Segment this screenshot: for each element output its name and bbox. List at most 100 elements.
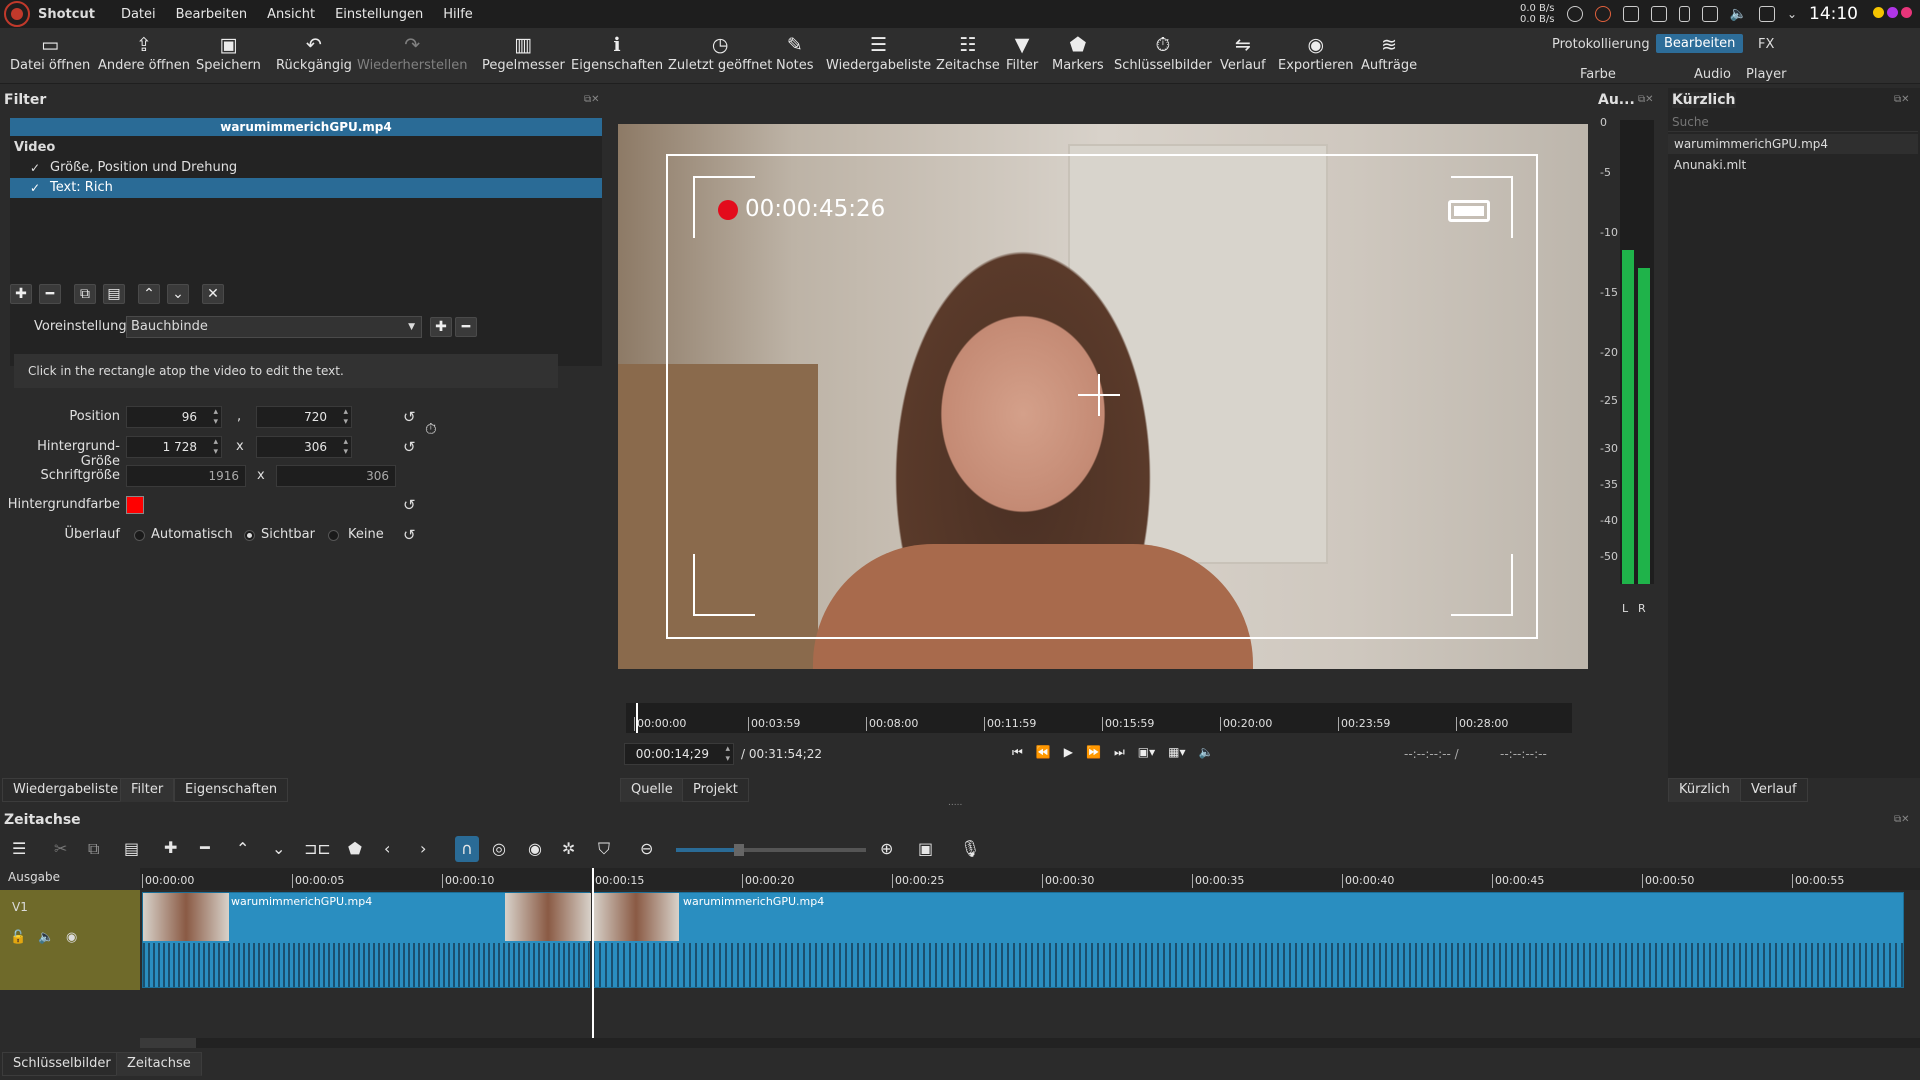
layout-player[interactable]: Player [1738, 65, 1794, 84]
cut-icon[interactable]: ✂ [54, 839, 67, 858]
pause-icon[interactable] [1566, 6, 1583, 22]
recent-search-input[interactable] [1668, 112, 1918, 132]
filter-item-size-position[interactable]: ✓ Größe, Position und Drehung [10, 158, 602, 178]
jobs-button[interactable]: ≋ Aufträge [1361, 32, 1417, 73]
deselect-filter-button[interactable]: ✕ [202, 284, 224, 304]
copy-filter-button[interactable]: ⧉ [74, 284, 96, 304]
snap-magnet-icon[interactable]: ∩ [455, 836, 479, 862]
scrub-icon[interactable]: ◎ [492, 839, 506, 858]
ripple-all-icon[interactable]: ✲ [562, 839, 575, 858]
recent-button[interactable]: ◷ Zuletzt geöffnet [668, 32, 772, 73]
eye-icon[interactable]: ◉ [66, 930, 77, 945]
grid-icon[interactable]: ▦▾ [1168, 745, 1185, 760]
panel-float-close-icon[interactable]: ⧉✕ [584, 94, 600, 105]
markers-button[interactable]: ⬟ Markers [1052, 32, 1104, 73]
menu-einstellungen[interactable]: Einstellungen [335, 7, 423, 22]
lock-icon[interactable]: 🔓 [10, 930, 26, 945]
clipboard-icon[interactable] [1622, 6, 1639, 22]
bg-width-field[interactable]: 1 728 [126, 436, 222, 458]
play-icon[interactable]: ▶ [1064, 745, 1073, 760]
playhead[interactable] [636, 703, 638, 733]
playlist-button[interactable]: ☰ Wiedergabeliste [826, 32, 931, 73]
lift-icon[interactable]: ⌃ [236, 839, 249, 858]
tab-timeline[interactable]: Zeitachse [116, 1052, 202, 1076]
layout-audio[interactable]: Audio [1686, 65, 1739, 84]
export-button[interactable]: ◉ Exportieren [1278, 32, 1353, 73]
remove-preset-button[interactable]: ━ [455, 317, 477, 337]
remove-filter-button[interactable]: ━ [39, 284, 61, 304]
bg-color-swatch[interactable] [126, 496, 144, 514]
phone-icon[interactable] [1678, 6, 1690, 22]
timeline-clip[interactable]: warumimmerichGPU.mp4 [592, 892, 1904, 988]
timeline-clip[interactable]: warumimmerichGPU.mp4 [142, 892, 591, 988]
overwrite-icon[interactable]: ⌄ [272, 839, 285, 858]
open-file-button[interactable]: ▭ Datei öffnen [10, 32, 90, 73]
filter-item-text-rich[interactable]: ✓ Text: Rich [10, 178, 602, 198]
layout-farbe[interactable]: Farbe [1572, 65, 1624, 84]
reset-icon[interactable]: ↺ [403, 408, 416, 426]
keyframe-stopwatch-icon[interactable]: ⏱ [425, 420, 437, 438]
panel-float-close-icon[interactable]: ⧉✕ [1894, 814, 1910, 825]
undo-button[interactable]: ↶ Rückgängig [276, 32, 352, 73]
add-preset-button[interactable]: ✚ [430, 317, 452, 337]
volume-icon[interactable]: 🔈 [1730, 6, 1747, 22]
check-icon[interactable]: ✓ [30, 158, 40, 178]
tab-playlist[interactable]: Wiedergabeliste [2, 778, 130, 802]
menu-ansicht[interactable]: Ansicht [267, 7, 315, 22]
tab-recent[interactable]: Kürzlich [1668, 778, 1741, 802]
ripple-icon[interactable]: ◉ [528, 839, 542, 858]
text-edit-rectangle[interactable] [666, 154, 1538, 639]
menu-icon[interactable]: ☰ [12, 839, 26, 858]
ripple-markers-icon[interactable]: ⛉ [598, 839, 610, 859]
filter-button[interactable]: ▼ Filter [1006, 32, 1038, 73]
panel-float-close-icon[interactable]: ⧉✕ [1894, 94, 1910, 105]
notes-button[interactable]: ✎ Notes [776, 32, 814, 73]
timeline-scrollbar[interactable] [140, 1038, 1920, 1048]
lock-icon[interactable] [1650, 6, 1667, 22]
move-up-button[interactable]: ⌃ [138, 284, 160, 304]
alert-icon[interactable] [1594, 6, 1611, 22]
close-icon[interactable] [1901, 7, 1912, 18]
next-marker-icon[interactable]: › [420, 839, 426, 858]
redo-button[interactable]: ↷ Wiederherstellen [357, 32, 467, 73]
volume-icon[interactable]: 🔈 [1199, 745, 1214, 760]
minimize-icon[interactable] [1873, 7, 1884, 18]
tab-filter[interactable]: Filter [120, 778, 175, 802]
timeline-ruler[interactable]: 00:00:00 00:00:05 00:00:10 00:00:15 00:0… [140, 868, 1920, 890]
copy-icon[interactable]: ⧉ [88, 839, 99, 859]
position-x-field[interactable]: 96 [126, 406, 222, 428]
tab-project[interactable]: Projekt [682, 778, 749, 802]
zoom-fit-icon[interactable]: ▣▾ [1138, 745, 1155, 760]
timeline-playhead[interactable] [592, 868, 594, 1048]
chevron-down-icon[interactable]: ⌄ [1787, 7, 1797, 21]
keyframes-button[interactable]: ⏱ Schlüsselbilder [1114, 32, 1212, 73]
zoom-fit-icon[interactable]: ▣ [918, 839, 933, 858]
add-filter-button[interactable]: ✚ [10, 284, 32, 304]
timeline-button[interactable]: ☷ Zeitachse [936, 32, 1000, 73]
tab-keyframes[interactable]: Schlüsselbilder [2, 1052, 122, 1076]
record-audio-icon[interactable]: 🎙 [960, 839, 980, 858]
fast-forward-icon[interactable]: ⏩ [1086, 745, 1101, 760]
mute-icon[interactable]: 🔈 [38, 930, 54, 945]
menu-bearbeiten[interactable]: Bearbeiten [176, 7, 247, 22]
overflow-none-radio[interactable] [328, 530, 339, 541]
rewind-icon[interactable]: ⏪ [1036, 745, 1051, 760]
move-down-button[interactable]: ⌄ [167, 284, 189, 304]
splitter-handle[interactable]: ..... [948, 798, 962, 808]
ripple-delete-icon[interactable]: ━ [200, 838, 210, 857]
paste-icon[interactable]: ▤ [124, 839, 139, 858]
split-icon[interactable]: ⊐⊏ [304, 839, 331, 858]
check-icon[interactable]: ✓ [30, 178, 40, 198]
skip-start-icon[interactable]: ⏮ [1012, 745, 1023, 760]
marker-icon[interactable]: ⬟ [348, 839, 362, 858]
scrollbar-handle[interactable] [140, 1038, 196, 1048]
maximize-icon[interactable] [1887, 7, 1898, 18]
panel-float-close-icon[interactable]: ⧉✕ [1638, 94, 1654, 105]
overflow-auto-radio[interactable] [134, 530, 145, 541]
tab-source[interactable]: Quelle [620, 778, 684, 802]
history-button[interactable]: ⇋ Verlauf [1220, 32, 1266, 73]
reset-icon[interactable]: ↺ [403, 438, 416, 456]
append-icon[interactable]: ✚ [164, 838, 177, 857]
overflow-visible-radio[interactable] [244, 530, 255, 541]
recent-file-item[interactable]: Anunaki.mlt [1668, 155, 1918, 175]
